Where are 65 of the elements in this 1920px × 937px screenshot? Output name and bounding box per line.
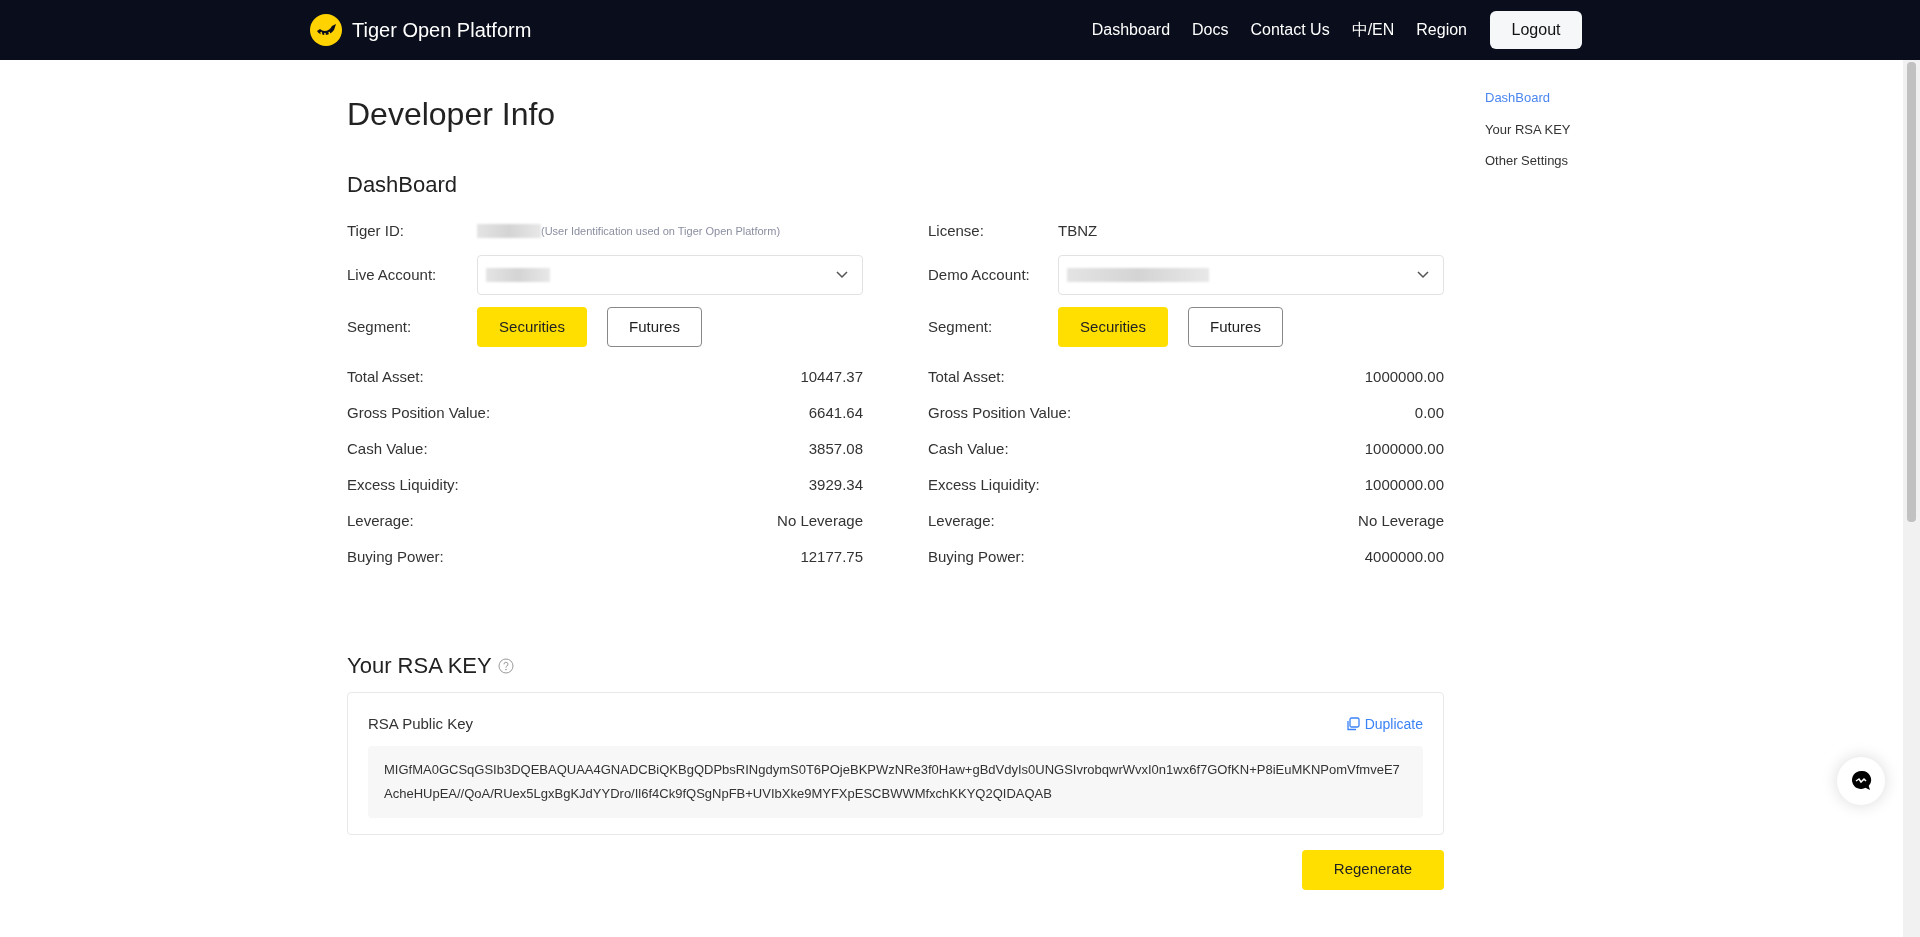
field-label: Segment: (347, 316, 413, 337)
key-text: MIGfMA0GCSqGSIb3DQEBAQUAA4GNADCBiQKBgQDPbsRINgdymS0T6POjeBKPWzNRe3f0Haw+gBdVdyIs0UNGSIvrobqwrWvxI0n1wx6f7GOfKN+P8iEuMKNPomVfmveE7AcheHUpEA//QoA/RUex5LgxBgKJdYYDro/Il6f4Ck9fQSgNpFB+UVIbXke9MYFXpESCBWWMfxchKKYQ2QIDAQAB (368, 745, 1423, 818)
metric-label: Leverage: (347, 510, 414, 531)
license-value: TBNZ (1058, 220, 1098, 241)
nav-link[interactable]: Region (1416, 18, 1467, 42)
field-hint: (User Identification used on Tiger Open Platform) (541, 223, 781, 239)
page-title: Developer Info (347, 98, 557, 130)
chat-bubble-icon (1850, 770, 1872, 792)
field-label: Segment: (928, 316, 994, 337)
nav-link[interactable]: Contact Us (1250, 18, 1330, 42)
metric-label: Leverage: (928, 510, 995, 531)
metric-value: 4000000.00 (1364, 546, 1444, 567)
field-label: Live Account: (347, 264, 438, 285)
copy-icon (1345, 717, 1360, 732)
duplicate-button[interactable]: Duplicate (1345, 713, 1423, 735)
chevron-down-icon (1417, 271, 1429, 279)
metric-label: Buying Power: (347, 546, 444, 567)
field-label: License: (928, 220, 985, 241)
logout-button[interactable]: Logout (1490, 11, 1582, 49)
metric-label: Excess Liquidity: (928, 474, 1040, 495)
scrollbar[interactable] (1903, 60, 1920, 937)
metric-label: Gross Position Value: (347, 402, 491, 423)
metric-value: 6641.64 (808, 402, 863, 423)
help-icon[interactable] (497, 657, 514, 674)
redacted-value (486, 268, 550, 282)
metric-label: Cash Value: (347, 438, 428, 459)
chevron-down-icon (836, 271, 848, 279)
redacted-value (477, 224, 541, 238)
metric-value: 3857.08 (808, 438, 863, 459)
toc-link[interactable]: DashBoard (1485, 88, 1571, 108)
metric-label: Cash Value: (928, 438, 1009, 459)
metric-label: Buying Power: (928, 546, 1025, 567)
metric-label: Total Asset: (347, 366, 424, 387)
metric-label: Excess Liquidity: (347, 474, 459, 495)
nav-link[interactable]: 中/EN (1351, 18, 1395, 42)
toc-link[interactable]: Your RSA KEY (1485, 119, 1571, 139)
metric-value: No Leverage (1358, 510, 1444, 531)
section-heading: DashBoard (347, 171, 459, 199)
segment-button[interactable]: Futures (607, 307, 702, 347)
chat-button[interactable] (1837, 757, 1885, 805)
brand-name: Tiger Open Platform (352, 18, 532, 43)
metric-value: 1000000.00 (1364, 366, 1444, 387)
account-select[interactable] (477, 255, 863, 295)
nav-link[interactable]: Docs (1192, 18, 1229, 42)
segment-button[interactable]: Securities (477, 307, 587, 347)
metric-value: 10447.37 (800, 366, 863, 387)
metric-value: 1000000.00 (1364, 438, 1444, 459)
metric-value: 0.00 (1414, 402, 1444, 423)
card-title: RSA Public Key (368, 714, 474, 734)
tiger-logo-icon (310, 14, 342, 46)
metric-label: Total Asset: (928, 366, 1005, 387)
section-heading: Your RSA KEY (347, 652, 492, 680)
regenerate-button[interactable]: Regenerate (1302, 849, 1444, 890)
segment-button[interactable]: Securities (1058, 307, 1168, 347)
segment-button[interactable]: Futures (1188, 307, 1283, 347)
account-select[interactable] (1058, 255, 1444, 295)
field-label: Tiger ID: (347, 220, 405, 241)
metric-value: 3929.34 (808, 474, 863, 495)
metric-value: No Leverage (777, 510, 863, 531)
metric-value: 1000000.00 (1364, 474, 1444, 495)
metric-value: 12177.75 (800, 546, 863, 567)
field-label: Demo Account: (928, 264, 1031, 285)
metric-label: Gross Position Value: (928, 402, 1072, 423)
toc-link[interactable]: Other Settings (1485, 151, 1571, 171)
nav-link[interactable]: Dashboard (1091, 18, 1171, 42)
